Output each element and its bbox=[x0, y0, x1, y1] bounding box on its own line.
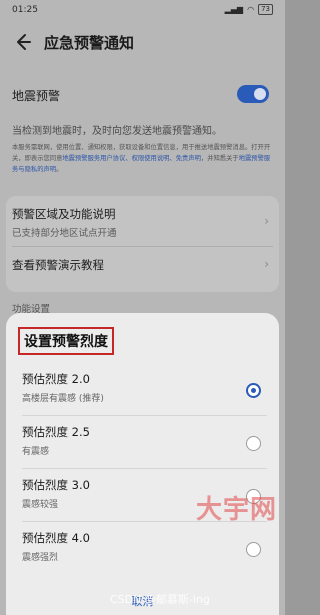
sheet-title-highlight: 设置预警烈度 bbox=[18, 327, 114, 355]
option-title: 预估烈度 2.0 bbox=[22, 372, 90, 386]
fine-print-text: ，并知悉关于 bbox=[200, 155, 239, 162]
screen: 01:25 ▂▄▆ ◠ 73 应急预警通知 地震预警 当检测到地震时，及时向您发… bbox=[0, 0, 285, 615]
menu-item-title: 预警区域及功能说明 bbox=[12, 207, 116, 221]
intensity-bottom-sheet: 设置预警烈度 预估烈度 2.0 高楼层有震感 (推荐) 预估烈度 2.5 有震感… bbox=[6, 313, 279, 615]
fine-print-text: 。 bbox=[56, 166, 63, 173]
radio-icon[interactable] bbox=[246, 542, 261, 557]
chevron-right-icon: › bbox=[264, 214, 269, 228]
radio-selected-icon[interactable] bbox=[246, 383, 261, 398]
fine-print: 本服务需联网，使用位置、通知权限，获取设备和位置信息，用于推送地震预警消息。打开… bbox=[12, 142, 273, 175]
option-title: 预估烈度 4.0 bbox=[22, 531, 90, 545]
user-agreement-link[interactable]: 地震预警服务用户协议、权限使用说明、免责声明 bbox=[62, 155, 201, 162]
status-bar: 01:25 ▂▄▆ ◠ 73 bbox=[0, 0, 285, 22]
csdn-watermark: CSDN @郁慕斯-ing bbox=[110, 593, 210, 606]
signal-icon: ▂▄▆ bbox=[224, 5, 244, 14]
radio-icon[interactable] bbox=[246, 436, 261, 451]
wifi-icon: ◠ bbox=[247, 5, 255, 14]
menu-item-title: 查看预警演示教程 bbox=[12, 258, 104, 272]
intensity-option-4-0[interactable]: 预估烈度 4.0 震感强烈 bbox=[22, 530, 267, 582]
status-time: 01:25 bbox=[12, 5, 38, 15]
divider bbox=[22, 415, 267, 416]
option-title: 预估烈度 2.5 bbox=[22, 425, 90, 439]
earthquake-alert-label: 地震预警 bbox=[12, 89, 61, 103]
menu-item-demo-tutorial[interactable]: 查看预警演示教程 › bbox=[12, 257, 273, 273]
divider bbox=[12, 246, 273, 247]
option-subtitle: 震感强烈 bbox=[22, 553, 59, 563]
battery-icon: 73 bbox=[258, 4, 273, 15]
earthquake-description: 当检测到地震时，及时向您发送地震预警通知。 bbox=[12, 126, 222, 137]
switch-knob bbox=[254, 88, 266, 100]
page-title: 应急预警通知 bbox=[44, 34, 135, 52]
header: 应急预警通知 bbox=[0, 24, 285, 64]
status-icons: ▂▄▆ ◠ 73 bbox=[225, 4, 273, 15]
site-watermark: 大宇网 bbox=[196, 495, 278, 525]
back-arrow-icon[interactable] bbox=[10, 30, 34, 54]
option-subtitle: 高楼层有震感 (推荐) bbox=[22, 394, 104, 404]
menu-item-subtitle: 已支持部分地区试点开通 bbox=[12, 228, 117, 239]
sheet-title: 设置预警烈度 bbox=[24, 334, 108, 350]
earthquake-alert-row[interactable]: 地震预警 bbox=[12, 82, 273, 108]
divider bbox=[22, 468, 267, 469]
info-card: 预警区域及功能说明 已支持部分地区试点开通 › 查看预警演示教程 › bbox=[6, 196, 279, 292]
chevron-right-icon: › bbox=[264, 257, 269, 271]
menu-item-region-info[interactable]: 预警区域及功能说明 已支持部分地区试点开通 › bbox=[12, 206, 273, 239]
option-subtitle: 有震感 bbox=[22, 447, 50, 457]
earthquake-alert-switch[interactable] bbox=[237, 85, 269, 103]
